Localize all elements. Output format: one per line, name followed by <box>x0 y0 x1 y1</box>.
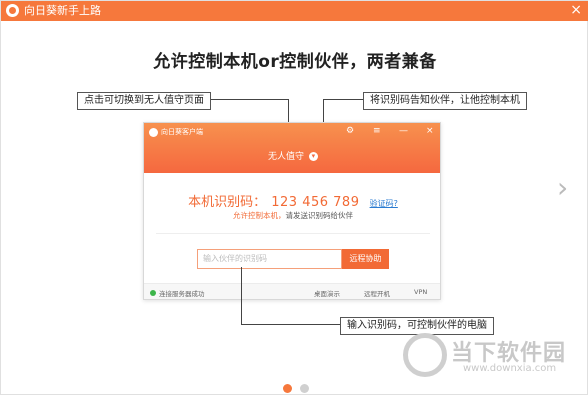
page-headline: 允许控制本机or控制伙伴，两者兼备 <box>153 52 437 72</box>
app-logo-icon <box>149 128 158 137</box>
watermark-url: www.downxia.com <box>463 363 557 374</box>
app-header: 向日葵客户端 ⚙ ≡ — × 无人值守 ▾ <box>144 123 440 173</box>
callout-line <box>241 267 242 325</box>
allow-label: 允许控制本机， <box>233 211 286 220</box>
desktop-demo-button[interactable]: 桌面演示 <box>314 288 340 298</box>
connection-status: 连接服务器成功 <box>159 290 205 298</box>
remote-assist-button[interactable]: 远程协助 <box>342 249 389 269</box>
page-dot[interactable] <box>300 384 309 393</box>
callout-switch-unattended: 点击可切换到无人值守页面 <box>77 92 211 110</box>
page-indicator <box>283 378 317 395</box>
title-bar: 向日葵新手上路 × <box>1 1 588 21</box>
callout-line <box>241 324 341 325</box>
watermark-logo-icon <box>403 333 447 377</box>
app-preview: 向日葵客户端 ⚙ ≡ — × 无人值守 ▾ 本机识别码： 123 456 789… <box>143 122 441 300</box>
partner-id-input[interactable]: 输入伙伴的识别码 <box>197 249 342 269</box>
mode-label: 无人值守 <box>268 152 305 162</box>
id-row: 本机识别码： 123 456 789 验证码? <box>144 191 440 210</box>
id-label: 本机识别码： <box>188 195 267 210</box>
page-dot-active[interactable] <box>283 384 292 393</box>
settings-icon[interactable]: ⚙ <box>346 125 354 137</box>
sunflower-logo-icon <box>6 4 19 17</box>
remote-boot-button[interactable]: 远程开机 <box>364 288 390 298</box>
app-close-icon[interactable]: × <box>426 125 434 137</box>
window-title: 向日葵新手上路 <box>24 4 101 17</box>
id-value: 123 456 789 <box>271 195 360 210</box>
verify-code-link[interactable]: 验证码? <box>370 199 398 208</box>
app-title: 向日葵客户端 <box>161 128 203 136</box>
allow-row: 允许控制本机，请发送识别码给伙伴 <box>144 210 440 221</box>
callout-share-id: 将识别码告知伙伴，让他控制本机 <box>363 92 527 110</box>
watermark: 当下软件园 www.downxia.com <box>403 331 583 391</box>
callout-line <box>211 99 288 100</box>
vpn-button[interactable]: VPN <box>414 288 427 296</box>
next-page-arrow-icon[interactable]: › <box>557 173 568 203</box>
chevron-down-icon: ▾ <box>308 152 318 161</box>
callout-line <box>323 99 363 100</box>
minimize-icon[interactable]: — <box>399 125 408 137</box>
close-icon[interactable]: × <box>570 2 582 18</box>
menu-icon[interactable]: ≡ <box>373 125 381 137</box>
allow-hint: 请发送识别码给伙伴 <box>285 211 354 220</box>
mode-switch[interactable]: 无人值守 ▾ <box>144 149 440 162</box>
guide-window: 向日葵新手上路 × 允许控制本机or控制伙伴，两者兼备 点击可切换到无人值守页面… <box>0 0 588 395</box>
connected-status-icon <box>150 290 156 296</box>
divider <box>156 233 430 234</box>
status-bar: 连接服务器成功 桌面演示 远程开机 VPN <box>144 283 440 299</box>
